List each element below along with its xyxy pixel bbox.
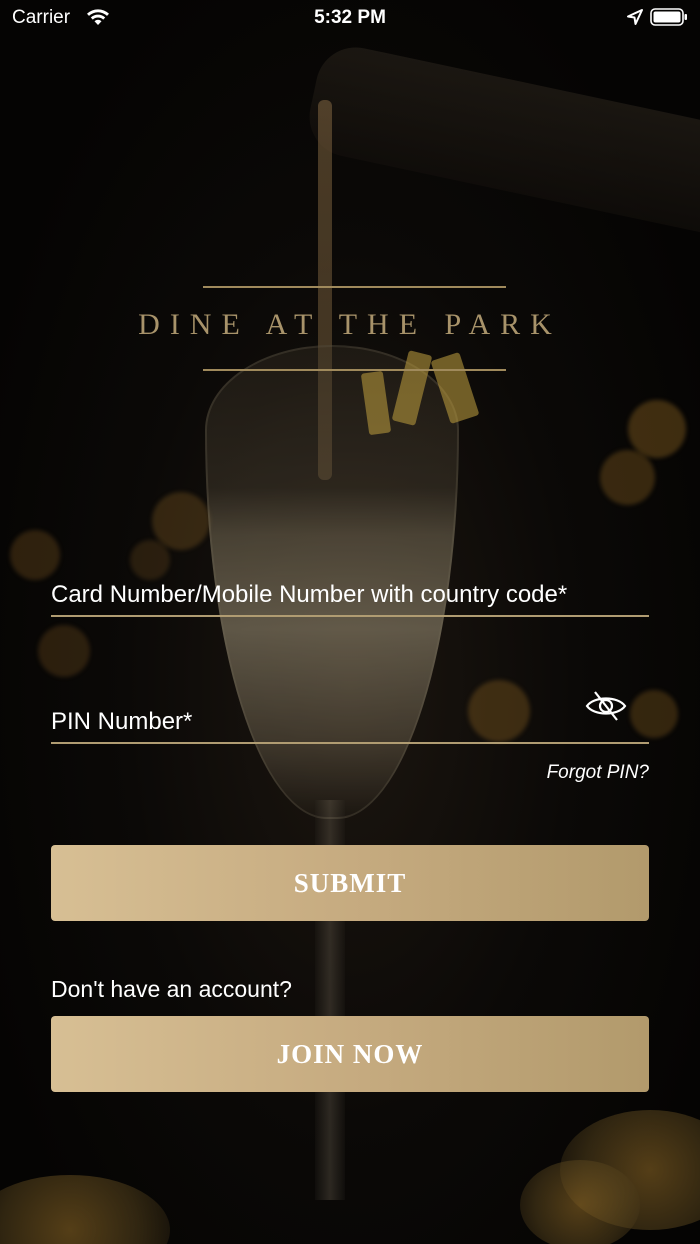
battery-icon [650, 8, 687, 26]
submit-button[interactable]: SUBMIT [51, 845, 649, 921]
status-bar: Carrier 5:32 PM [0, 0, 700, 36]
brand-logo: DINE AT THE PARK [138, 308, 562, 341]
forgot-pin-link[interactable]: Forgot PIN? [547, 762, 649, 784]
clock: 5:32 PM [314, 7, 386, 28]
card-number-underline [51, 615, 649, 617]
card-number-field[interactable]: Card Number/Mobile Number with country c… [51, 566, 649, 617]
pin-placeholder: PIN Number* [51, 708, 193, 735]
logo-bottom-rule [203, 369, 506, 371]
logo-top-rule [203, 286, 506, 288]
no-account-text: Don't have an account? [51, 976, 292, 1002]
location-arrow-icon [627, 9, 643, 25]
pin-field[interactable]: PIN Number* [51, 693, 649, 744]
join-now-button[interactable]: JOIN NOW [51, 1016, 649, 1092]
eye-slash-icon[interactable] [584, 688, 628, 724]
card-number-placeholder: Card Number/Mobile Number with country c… [51, 581, 568, 608]
pin-underline [51, 742, 649, 744]
